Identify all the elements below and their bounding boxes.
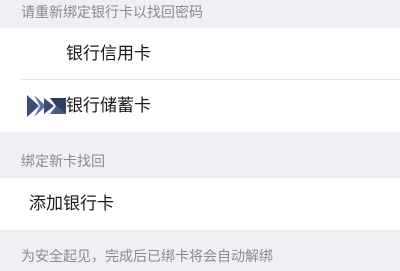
footer-note: 为安全起见，完成后已绑卡将会自动解绑 bbox=[21, 249, 273, 265]
add-bank-card-row[interactable]: 添加银行卡 bbox=[0, 178, 400, 230]
section-header-bind: 绑定新卡找回 bbox=[21, 154, 105, 170]
card-type-group: 银行信用卡 银行储蓄卡 bbox=[0, 28, 400, 132]
credit-card-label: 银行信用卡 bbox=[66, 44, 151, 64]
add-bank-card-label: 添加银行卡 bbox=[29, 194, 114, 214]
bank-logo-icon bbox=[26, 92, 66, 120]
section-header-reset: 请重新绑定银行卡以找回密码 bbox=[21, 5, 203, 21]
bind-card-group: 添加银行卡 bbox=[0, 178, 400, 230]
debit-card-row[interactable]: 银行储蓄卡 bbox=[0, 80, 400, 132]
debit-card-label: 银行储蓄卡 bbox=[66, 96, 151, 116]
credit-card-row[interactable]: 银行信用卡 bbox=[0, 28, 400, 80]
